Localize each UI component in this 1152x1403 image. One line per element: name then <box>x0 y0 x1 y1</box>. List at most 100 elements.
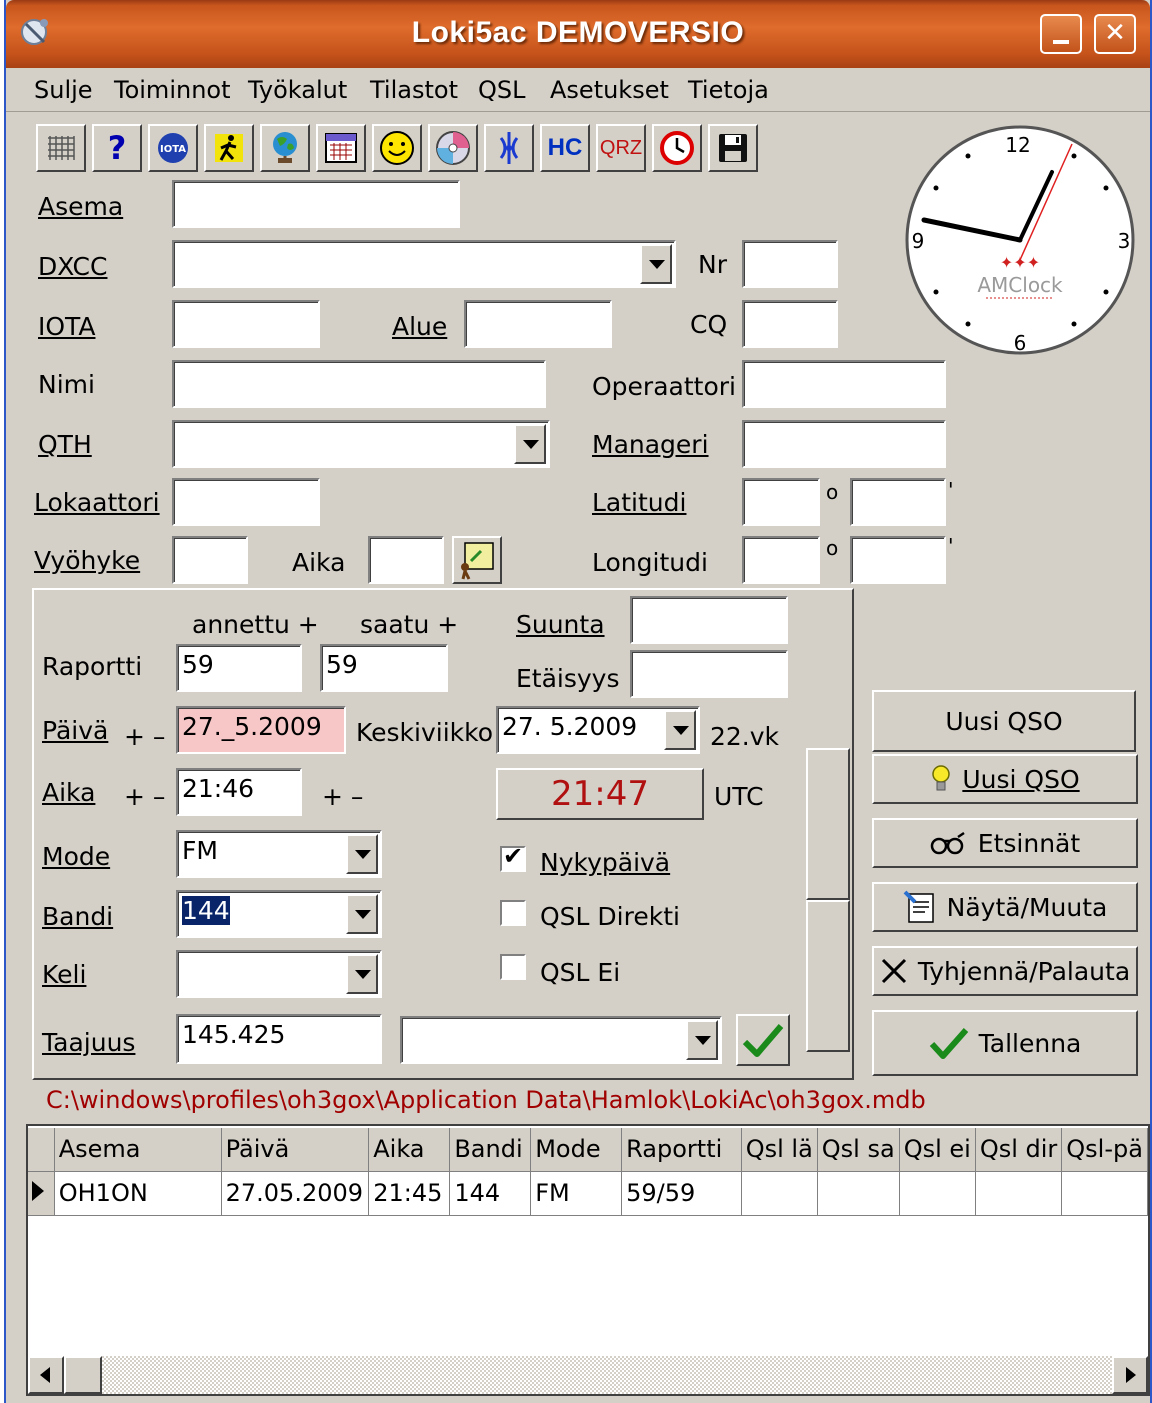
scroll-right-button[interactable] <box>1112 1356 1148 1394</box>
grid-button[interactable] <box>36 124 86 172</box>
column-header[interactable]: Qsl ei <box>899 1126 976 1172</box>
runner-button[interactable] <box>204 124 254 172</box>
vyohyke-input[interactable] <box>172 536 248 584</box>
taajuus-select[interactable] <box>400 1016 722 1064</box>
column-header[interactable]: Qsl dir <box>975 1126 1063 1172</box>
keli-dropdown-icon[interactable] <box>346 954 378 994</box>
date-select[interactable]: 27. 5.2009 <box>496 706 700 754</box>
asema-input[interactable] <box>172 180 460 228</box>
column-header[interactable]: Asema <box>54 1126 222 1172</box>
menu-sulje[interactable]: Sulje <box>34 76 93 104</box>
paiva-plusminus[interactable]: + – <box>124 722 165 751</box>
qth-select[interactable] <box>172 420 550 468</box>
column-header[interactable]: Raportti <box>621 1126 742 1172</box>
hc-button[interactable]: HC <box>540 124 590 172</box>
nr-input[interactable] <box>742 240 838 288</box>
search-button[interactable]: Etsinnät <box>872 818 1138 868</box>
etaisyys-input[interactable] <box>630 650 788 698</box>
table-cell[interactable]: 59/59 <box>621 1171 742 1216</box>
help-button[interactable]: ? <box>92 124 142 172</box>
table-cell[interactable] <box>975 1171 1063 1216</box>
scroll-left-button[interactable] <box>28 1356 64 1394</box>
column-header[interactable]: Aika <box>368 1126 451 1172</box>
qrz-button[interactable]: QRZ <box>596 124 646 172</box>
globe-button[interactable] <box>260 124 310 172</box>
table-cell[interactable] <box>1061 1171 1148 1216</box>
column-header[interactable]: Mode <box>530 1126 623 1172</box>
table-cell[interactable]: OH1ON <box>54 1171 222 1216</box>
menu-toiminnot[interactable]: Toiminnot <box>114 76 231 104</box>
table-cell[interactable]: 144 <box>449 1171 532 1216</box>
minimize-button[interactable] <box>1040 14 1082 54</box>
title-bar[interactable]: Loki5ac DEMOVERSIO ✕ <box>6 0 1150 68</box>
bandi-dropdown-icon[interactable] <box>346 894 378 934</box>
alue-input[interactable] <box>464 300 612 348</box>
clear-restore-button[interactable]: Tyhjennä/Palauta <box>872 946 1138 996</box>
taajuus-dropdown-icon[interactable] <box>686 1020 718 1060</box>
longitudi-minutes-input[interactable] <box>850 536 946 584</box>
scroll-thumb[interactable] <box>64 1356 102 1394</box>
aika-input[interactable]: 21:46 <box>176 768 302 816</box>
dxcc-select[interactable] <box>172 240 676 288</box>
bandi-select[interactable]: 144 <box>176 890 382 938</box>
menu-asetukset[interactable]: Asetukset <box>550 76 669 104</box>
map-button[interactable] <box>452 536 502 584</box>
manageri-input[interactable] <box>742 420 946 468</box>
close-button[interactable]: ✕ <box>1094 14 1136 54</box>
view-edit-button[interactable]: Näytä/Muuta <box>872 882 1138 932</box>
qso-log-grid[interactable]: Asema Päivä Aika Bandi Mode Raportti Qsl… <box>26 1124 1150 1396</box>
table-cell[interactable] <box>817 1171 900 1216</box>
lokaattori-input[interactable] <box>172 478 320 526</box>
latitudi-degrees-input[interactable] <box>742 478 820 526</box>
calendar-button[interactable] <box>316 124 366 172</box>
latitudi-minutes-input[interactable] <box>850 478 946 526</box>
antenna-button[interactable] <box>484 124 534 172</box>
cd-button[interactable] <box>428 124 478 172</box>
column-header[interactable]: Qsl lä <box>741 1126 818 1172</box>
operaattori-input[interactable] <box>742 360 946 408</box>
column-header[interactable]: Qsl sa <box>817 1126 900 1172</box>
paiva-input[interactable]: 27._5.2009 <box>176 706 346 754</box>
column-header[interactable]: Qsl-pä <box>1061 1126 1148 1172</box>
horizontal-scrollbar[interactable] <box>28 1356 1148 1394</box>
iota-button[interactable]: IOTA <box>148 124 198 172</box>
dxcc-dropdown-icon[interactable] <box>640 244 672 284</box>
mode-select[interactable]: FM <box>176 830 382 878</box>
aika-plusminus[interactable]: + – <box>124 782 165 811</box>
clock-button[interactable] <box>652 124 702 172</box>
confirm-frequency-button[interactable] <box>736 1014 790 1066</box>
menu-tyokalut[interactable]: Työkalut <box>248 76 347 104</box>
keli-select[interactable] <box>176 950 382 998</box>
table-cell[interactable] <box>899 1171 976 1216</box>
qsl-ei-checkbox[interactable] <box>500 954 526 980</box>
raportti-received-input[interactable]: 59 <box>320 644 448 692</box>
mode-dropdown-icon[interactable] <box>346 834 378 874</box>
table-cell[interactable]: FM <box>530 1171 623 1216</box>
menu-qsl[interactable]: QSL <box>478 76 526 104</box>
utc-time-button[interactable]: 21:47 <box>496 768 704 820</box>
save-qso-button[interactable]: Tallenna <box>872 1010 1138 1076</box>
table-cell[interactable] <box>741 1171 818 1216</box>
taajuus-input[interactable]: 145.425 <box>176 1014 382 1064</box>
aika-offset-input[interactable] <box>368 536 444 584</box>
save-button[interactable] <box>708 124 758 172</box>
smiley-button[interactable] <box>372 124 422 172</box>
nykypaiva-checkbox[interactable]: ✔ <box>500 842 526 872</box>
column-header[interactable]: Päivä <box>221 1126 370 1172</box>
nimi-input[interactable] <box>172 360 546 408</box>
column-header[interactable]: Bandi <box>449 1126 532 1172</box>
new-qso-button[interactable]: Uusi QSO <box>872 754 1138 804</box>
date-dropdown-icon[interactable] <box>664 710 696 750</box>
table-cell[interactable]: 27.05.2009 <box>221 1171 370 1216</box>
iota-input[interactable] <box>172 300 320 348</box>
menu-tietoja[interactable]: Tietoja <box>688 76 769 104</box>
table-cell[interactable]: 21:45 <box>368 1171 451 1216</box>
suunta-input[interactable] <box>630 596 788 644</box>
longitudi-degrees-input[interactable] <box>742 536 820 584</box>
cq-input[interactable] <box>742 300 838 348</box>
table-row[interactable]: OH1ON 27.05.2009 21:45 144 FM 59/59 <box>28 1171 1148 1216</box>
raportti-sent-input[interactable]: 59 <box>176 644 302 692</box>
aika-plusminus-2[interactable]: + – <box>322 782 363 811</box>
qsl-direkti-checkbox[interactable] <box>500 900 526 926</box>
menu-tilastot[interactable]: Tilastot <box>370 76 458 104</box>
